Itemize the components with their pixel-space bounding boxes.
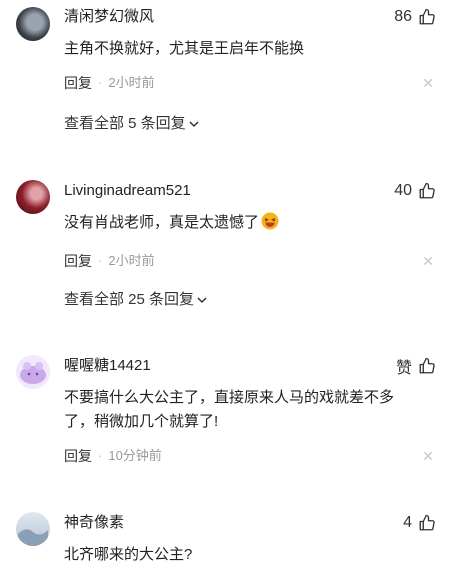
avatar[interactable] bbox=[16, 7, 50, 41]
view-all-replies-label: 查看全部 5 条回复 bbox=[64, 115, 186, 132]
reply-button[interactable]: 回复 bbox=[64, 74, 92, 92]
comment-meta: 回复 · 2小时前 bbox=[64, 252, 155, 270]
like-count: 40 bbox=[394, 182, 412, 199]
timestamp: 10分钟前 bbox=[108, 448, 162, 463]
reply-button[interactable]: 回复 bbox=[64, 447, 92, 465]
chevron-down-icon bbox=[188, 118, 200, 130]
comment-text: 不要搞什么大公主了，直接原来人马的戏就差不多了，稍微加几个就算了! bbox=[64, 389, 395, 430]
view-all-replies-button[interactable]: 查看全部 25 条回复 bbox=[64, 290, 208, 310]
like-button[interactable]: 赞 bbox=[395, 356, 436, 377]
username[interactable]: 喔喔糖14421 bbox=[64, 356, 151, 376]
thumbs-up-icon bbox=[418, 357, 436, 375]
comment-meta: 回复 · 10分钟前 bbox=[64, 447, 162, 465]
like-button[interactable]: 86 bbox=[394, 7, 436, 27]
like-button[interactable]: 40 bbox=[394, 181, 436, 201]
comment-text: 主角不换就好，尤其是王启年不能换 bbox=[64, 40, 305, 57]
comment-text: 北齐哪来的大公主? bbox=[64, 546, 193, 563]
close-icon[interactable]: ✕ bbox=[422, 74, 434, 92]
separator-dot: · bbox=[98, 75, 103, 90]
comment-text: 没有肖战老师，真是太遗憾了 bbox=[64, 211, 424, 235]
chevron-down-icon bbox=[196, 294, 208, 306]
username[interactable]: 清闲梦幻微风 bbox=[64, 7, 154, 27]
reply-button[interactable]: 回复 bbox=[64, 252, 92, 270]
separator-dot: · bbox=[98, 253, 103, 268]
thumbs-up-icon bbox=[418, 514, 436, 532]
view-all-replies-button[interactable]: 查看全部 5 条回复 bbox=[64, 114, 200, 134]
like-count: 赞 bbox=[395, 360, 412, 377]
like-count: 86 bbox=[394, 8, 412, 25]
view-all-replies-label: 查看全部 25 条回复 bbox=[64, 291, 195, 308]
separator-dot: · bbox=[98, 448, 103, 463]
comment-meta: 回复 · 2小时前 bbox=[64, 74, 155, 92]
username[interactable]: 神奇像素 bbox=[64, 513, 124, 533]
laughing-emoji-icon bbox=[261, 212, 279, 230]
close-icon[interactable]: ✕ bbox=[422, 252, 434, 270]
username[interactable]: Livinginadream521 bbox=[64, 181, 191, 201]
timestamp: 2小时前 bbox=[108, 253, 155, 268]
thumbs-up-icon bbox=[418, 8, 436, 26]
thumbs-up-icon bbox=[418, 182, 436, 200]
like-button[interactable]: 4 bbox=[403, 513, 436, 533]
comment-text-content: 没有肖战老师，真是太遗憾了 bbox=[64, 214, 260, 231]
like-count: 4 bbox=[403, 514, 412, 531]
avatar[interactable] bbox=[16, 355, 50, 389]
avatar[interactable] bbox=[16, 512, 50, 546]
close-icon[interactable]: ✕ bbox=[422, 447, 434, 465]
timestamp: 2小时前 bbox=[108, 75, 155, 90]
avatar[interactable] bbox=[16, 180, 50, 214]
